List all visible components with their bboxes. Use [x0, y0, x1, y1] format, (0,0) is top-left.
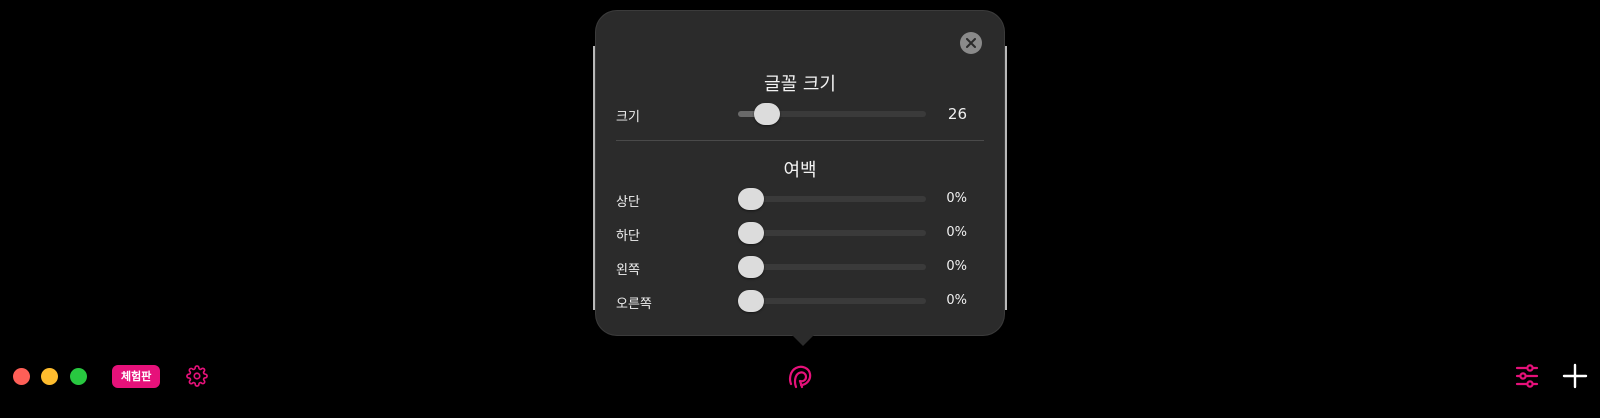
margin-right-label: 오른쪽: [616, 297, 652, 312]
margin-title: 여백: [783, 160, 817, 181]
margin-left-slider[interactable]: [738, 256, 926, 278]
margin-left-value: 0%: [946, 259, 967, 274]
close-icon: [966, 38, 976, 48]
margin-left-label: 왼쪽: [616, 263, 640, 278]
slider-track: [738, 196, 926, 202]
slider-track: [738, 264, 926, 270]
add-button[interactable]: [1562, 363, 1588, 393]
sliders-icon: [1515, 364, 1539, 388]
margin-top-slider[interactable]: [738, 188, 926, 210]
slider-track: [738, 230, 926, 236]
trial-badge[interactable]: 체험판: [112, 365, 161, 388]
slider-thumb[interactable]: [754, 103, 781, 125]
slider-thumb[interactable]: [738, 188, 764, 210]
window-zoom-button[interactable]: [70, 368, 87, 385]
margin-bottom-value: 0%: [946, 225, 967, 240]
text-settings-popover: 글꼴 크기 크기 26 여백 상단 0% 하단 0% 왼쪽 0% 오른쪽 0%: [593, 10, 1007, 336]
margin-top-value: 0%: [946, 191, 967, 206]
settings-button[interactable]: [186, 365, 208, 391]
margin-top-label: 상단: [616, 195, 640, 210]
popover-caret: [791, 334, 815, 346]
app-window: 글꼴 크기 크기 26 여백 상단 0% 하단 0% 왼쪽 0% 오른쪽 0% …: [0, 0, 1600, 418]
adjustments-button[interactable]: [1514, 363, 1540, 393]
close-button[interactable]: [960, 32, 982, 54]
font-size-value: 26: [947, 105, 967, 123]
gear-icon: [186, 365, 208, 387]
plus-icon: [1562, 363, 1588, 389]
slider-thumb[interactable]: [738, 290, 764, 312]
margin-bottom-slider[interactable]: [738, 222, 926, 244]
reader-logo-button[interactable]: [786, 363, 814, 395]
font-size-slider[interactable]: [738, 103, 926, 125]
margin-right-slider[interactable]: [738, 290, 926, 312]
margin-bottom-label: 하단: [616, 229, 640, 244]
popover-edge-right: [1005, 46, 1007, 310]
font-size-title: 글꼴 크기: [764, 74, 836, 95]
reader-logo-icon: [788, 365, 812, 389]
slider-thumb[interactable]: [738, 256, 764, 278]
section-divider: [616, 140, 984, 141]
margin-right-value: 0%: [946, 293, 967, 308]
slider-track: [738, 298, 926, 304]
slider-thumb[interactable]: [738, 222, 764, 244]
window-minimize-button[interactable]: [41, 368, 58, 385]
size-label: 크기: [616, 110, 640, 125]
window-close-button[interactable]: [13, 368, 30, 385]
